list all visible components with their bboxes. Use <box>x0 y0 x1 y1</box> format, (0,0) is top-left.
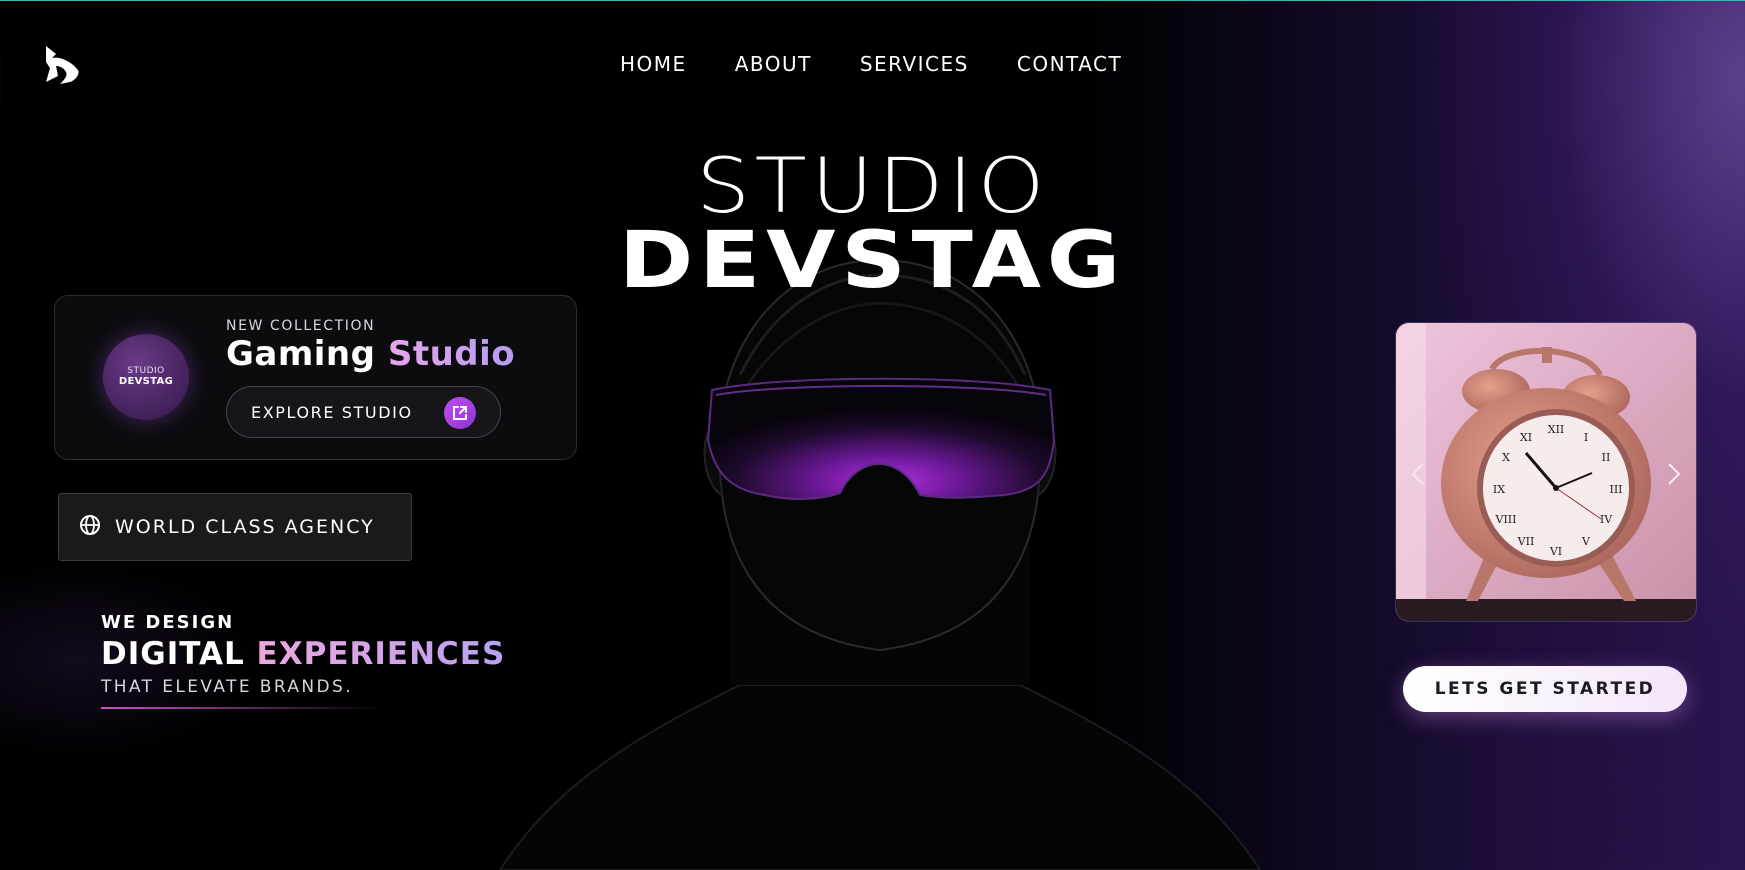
nav-about[interactable]: ABOUT <box>735 52 812 76</box>
hero-title-bottom: DEVSTAG <box>618 216 1127 306</box>
hero-title-top: STUDIO <box>696 141 1049 230</box>
svg-text:VIII: VIII <box>1495 513 1517 526</box>
top-accent-line <box>0 0 1745 1</box>
nav-contact[interactable]: CONTACT <box>1017 52 1122 76</box>
svg-text:XI: XI <box>1520 431 1532 444</box>
agency-label: WORLD CLASS AGENCY <box>115 516 375 538</box>
tagline-line2-part1: DIGITAL <box>101 636 245 672</box>
svg-text:I: I <box>1584 431 1588 444</box>
tagline-underline <box>101 707 386 710</box>
badge-line2: DEVSTAG <box>118 376 174 388</box>
collection-card: STUDIO DEVSTAG NEW COLLECTION Gaming Stu… <box>54 295 577 460</box>
explore-studio-label: EXPLORE STUDIO <box>251 402 413 422</box>
nav-services[interactable]: SERVICES <box>860 52 969 76</box>
tagline-line1: WE DESIGN <box>101 612 235 633</box>
svg-text:XII: XII <box>1548 423 1565 436</box>
main-nav: HOME ABOUT SERVICES CONTACT <box>620 52 1122 76</box>
collection-eyebrow: NEW COLLECTION <box>226 318 376 334</box>
carousel-next-icon[interactable] <box>1666 461 1682 491</box>
explore-studio-button[interactable]: EXPLORE STUDIO <box>226 386 501 438</box>
tagline-line2-part2: EXPERIENCES <box>256 636 506 672</box>
carousel-image-card: XII I II III IV V VI VII VIII IX X XI <box>1395 322 1697 622</box>
badge-line1: STUDIO <box>127 365 165 376</box>
alarm-clock-image: XII I II III IV V VI VII VIII IX X XI <box>1396 323 1696 621</box>
svg-text:III: III <box>1609 483 1622 496</box>
tagline-line2: DIGITAL EXPERIENCES <box>101 637 505 671</box>
vr-person-image <box>498 258 1262 870</box>
lets-get-started-button[interactable]: LETS GET STARTED <box>1403 666 1687 712</box>
svg-text:X: X <box>1502 451 1510 464</box>
collection-heading: Gaming Studio <box>226 334 515 374</box>
tagline-block: WE DESIGN DIGITAL EXPERIENCES THAT ELEVA… <box>101 612 505 710</box>
collection-heading-part1: Gaming <box>226 334 376 374</box>
svg-text:II: II <box>1602 451 1611 464</box>
world-class-agency-tag: WORLD CLASS AGENCY <box>58 493 412 561</box>
svg-text:V: V <box>1581 535 1591 548</box>
collection-heading-part2: Studio <box>387 334 516 374</box>
svg-text:VI: VI <box>1549 545 1562 558</box>
brand-logo-icon[interactable] <box>42 44 84 86</box>
svg-text:IX: IX <box>1493 483 1505 496</box>
nav-home[interactable]: HOME <box>620 52 687 76</box>
carousel-prev-icon[interactable] <box>1410 461 1426 491</box>
globe-icon <box>79 514 101 540</box>
svg-text:IV: IV <box>1600 513 1613 526</box>
svg-text:VII: VII <box>1517 535 1535 548</box>
tagline-line3: THAT ELEVATE BRANDS. <box>101 677 354 698</box>
studio-badge: STUDIO DEVSTAG <box>103 334 189 420</box>
external-link-icon <box>444 397 476 429</box>
cta-label: LETS GET STARTED <box>1434 679 1656 699</box>
